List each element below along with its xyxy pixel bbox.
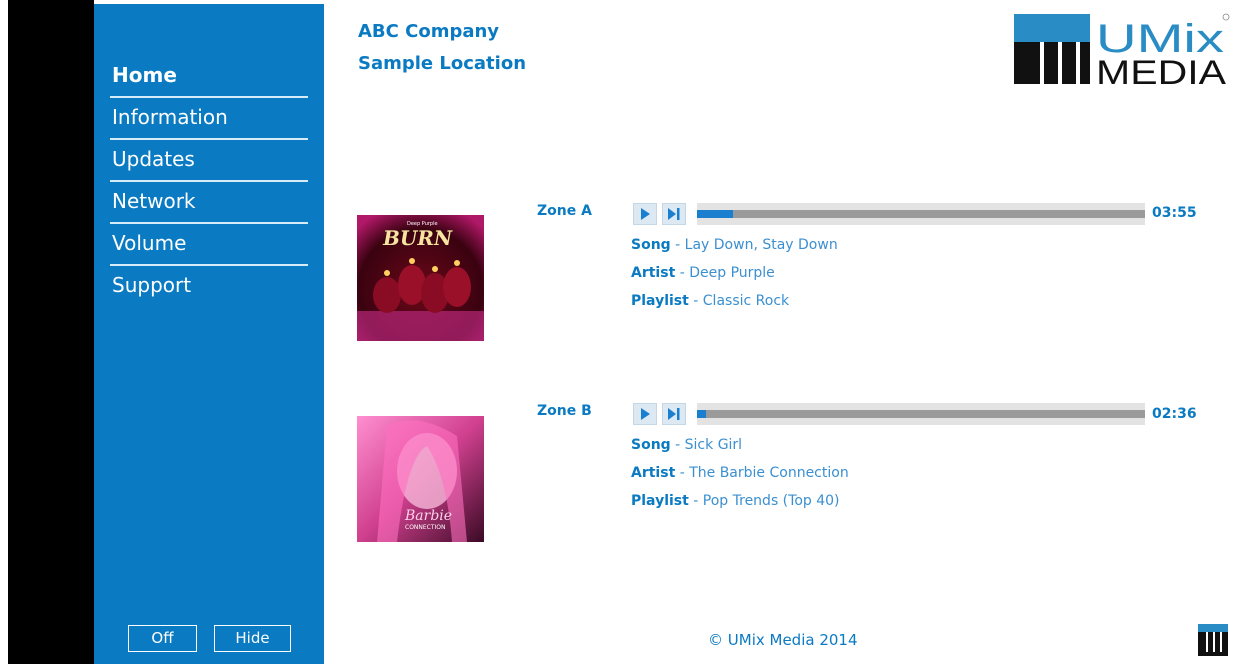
zone-a-label: Zone A <box>537 203 592 219</box>
skip-next-icon <box>668 408 680 420</box>
location-name: Sample Location <box>358 53 527 74</box>
sidebar-item-updates[interactable]: Updates <box>110 140 308 182</box>
zone-b-label: Zone B <box>537 403 592 419</box>
playlist-value: Pop Trends (Top 40) <box>702 493 840 509</box>
artist-value: The Barbie Connection <box>689 465 849 481</box>
play-icon <box>641 408 650 420</box>
artist-line-zone-a: Artist - Deep Purple <box>631 265 775 281</box>
song-line-zone-a: Song - Lay Down, Stay Down <box>631 237 838 253</box>
logo-media-text: MEDIA <box>1096 54 1226 88</box>
album-art-zone-b: Barbie CONNECTION <box>357 416 484 542</box>
sidebar-item-home[interactable]: Home <box>110 56 308 98</box>
play-icon <box>641 208 650 220</box>
off-button[interactable]: Off <box>128 625 197 652</box>
song-value: Lay Down, Stay Down <box>684 237 838 253</box>
sidebar-nav: Home Information Updates Network Volume … <box>110 56 308 306</box>
sidebar-item-support[interactable]: Support <box>110 266 308 306</box>
left-black-bar <box>8 0 94 664</box>
progress-bar-zone-b[interactable] <box>697 403 1145 425</box>
hide-button[interactable]: Hide <box>214 625 291 652</box>
sidebar-item-network[interactable]: Network <box>110 182 308 224</box>
playlist-line-zone-a: Playlist - Classic Rock <box>631 293 790 309</box>
copyright-text: © UMix Media 2014 <box>708 631 858 649</box>
next-button-zone-a[interactable] <box>662 203 686 225</box>
song-label: Song <box>631 437 671 453</box>
window-edge <box>0 0 8 664</box>
skip-next-icon <box>668 208 680 220</box>
progress-fill-zone-a <box>697 210 733 218</box>
umix-small-logo-icon <box>1198 624 1228 656</box>
playlist-label: Playlist <box>631 293 689 309</box>
progress-bar-zone-a[interactable] <box>697 203 1145 225</box>
play-button-zone-a[interactable] <box>633 203 657 225</box>
umix-media-logo: UMix MEDIA <box>1014 13 1230 88</box>
time-zone-b: 02:36 <box>1152 406 1197 422</box>
sidebar: Home Information Updates Network Volume … <box>94 4 324 664</box>
album-title-text: BURN <box>381 226 454 250</box>
song-label: Song <box>631 237 671 253</box>
progress-fill-zone-b <box>697 410 706 418</box>
album-art-zone-a: Deep Purple BURN <box>357 215 484 341</box>
sidebar-item-information[interactable]: Information <box>110 98 308 140</box>
artist-value: Deep Purple <box>689 265 775 281</box>
company-name: ABC Company <box>358 21 500 42</box>
time-zone-a: 03:55 <box>1152 205 1197 221</box>
play-button-zone-b[interactable] <box>633 403 657 425</box>
album-title-text: Barbie <box>404 508 452 524</box>
artist-line-zone-b: Artist - The Barbie Connection <box>631 465 849 481</box>
sidebar-item-volume[interactable]: Volume <box>110 224 308 266</box>
song-value: Sick Girl <box>684 437 743 453</box>
artist-label: Artist <box>631 265 676 281</box>
song-line-zone-b: Song - Sick Girl <box>631 437 743 453</box>
playlist-label: Playlist <box>631 493 689 509</box>
next-button-zone-b[interactable] <box>662 403 686 425</box>
artist-label: Artist <box>631 465 676 481</box>
playlist-line-zone-b: Playlist - Pop Trends (Top 40) <box>631 493 840 509</box>
playlist-value: Classic Rock <box>702 293 790 309</box>
album-sub-text: CONNECTION <box>405 524 446 531</box>
